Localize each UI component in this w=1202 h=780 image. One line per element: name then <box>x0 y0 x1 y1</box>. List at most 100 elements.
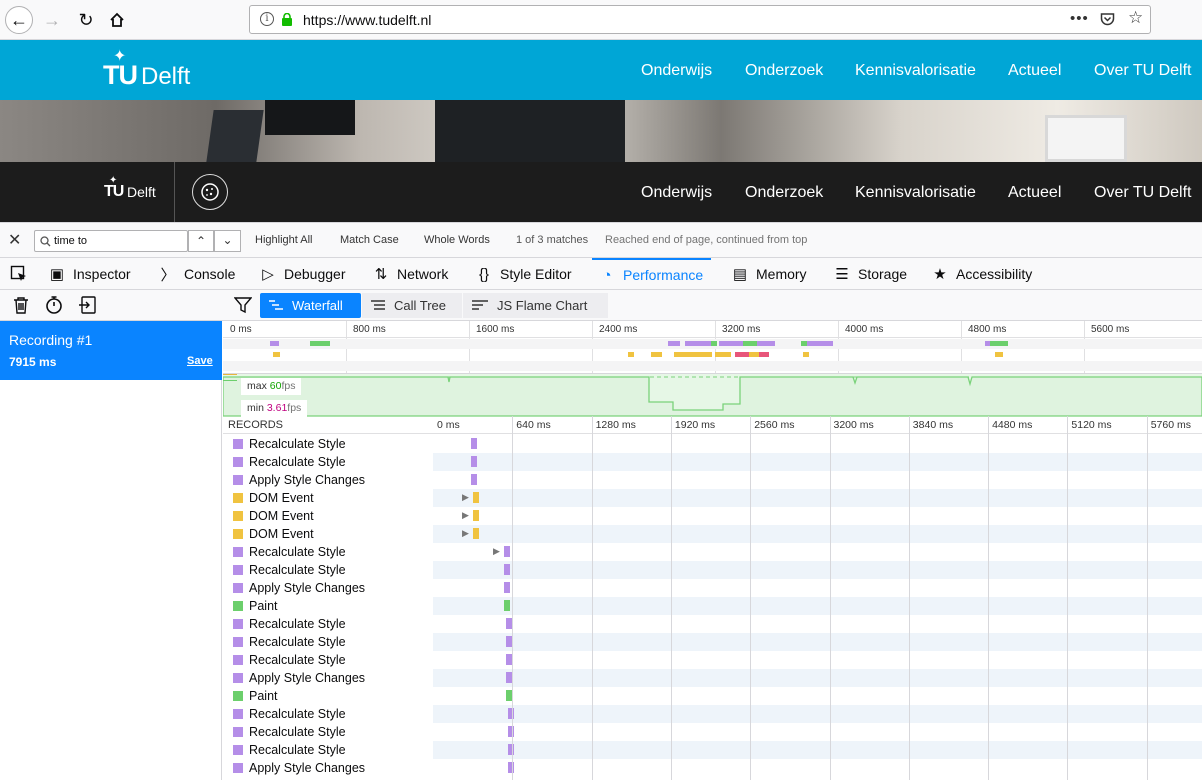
home-icon[interactable] <box>103 6 131 34</box>
url-text[interactable]: https://www.tudelft.nl <box>303 12 431 28</box>
expand-arrow-icon[interactable]: ▶ <box>462 492 469 503</box>
recording-item[interactable]: Recording #1 7915 ms Save <box>0 321 222 380</box>
nav-onderzoek[interactable]: Onderzoek <box>745 62 823 80</box>
info-icon[interactable]: i <box>260 12 274 26</box>
tab-memory[interactable]: ▤ Memory <box>731 258 807 290</box>
records-gridline <box>1146 416 1148 780</box>
record-marker <box>506 618 512 629</box>
tab-performance[interactable]: ◔ Performance <box>592 258 712 290</box>
tab-debugger[interactable]: ▷ Debugger <box>259 258 345 290</box>
view-waterfall-button[interactable]: Waterfall <box>260 293 361 318</box>
record-row[interactable]: DOM Event ▶ <box>223 525 1202 543</box>
stopwatch-icon[interactable] <box>44 295 64 315</box>
pocket-icon[interactable] <box>1100 12 1115 27</box>
filter-icon[interactable] <box>234 296 252 314</box>
record-color-swatch <box>233 709 243 719</box>
recordings-sidebar: Recording #1 7915 ms Save <box>0 321 222 780</box>
back-icon[interactable]: ← <box>5 6 33 34</box>
url-bar[interactable]: i https://www.tudelft.nl ••• ☆ <box>249 5 1151 34</box>
tab-style-editor[interactable]: {} Style Editor <box>475 258 572 290</box>
record-bar-track <box>433 435 1202 453</box>
expand-arrow-icon[interactable]: ▶ <box>462 510 469 521</box>
element-picker-icon[interactable] <box>10 258 28 290</box>
records-tick: 3200 ms <box>833 419 874 431</box>
more-icon[interactable]: ••• <box>1070 10 1089 27</box>
tab-accessibility[interactable]: ★ Accessibility <box>931 258 1032 290</box>
record-row[interactable]: Recalculate Style <box>223 723 1202 741</box>
records-header-label: RECORDS <box>228 419 284 431</box>
record-label: Recalculate Style <box>249 707 346 721</box>
tab-console[interactable]: 〉 Console <box>159 258 235 290</box>
record-row[interactable]: Recalculate Style <box>223 705 1202 723</box>
bookmark-star-icon[interactable]: ☆ <box>1128 8 1143 28</box>
sticky-nav-over-tu-delft[interactable]: Over TU Delft <box>1094 184 1192 202</box>
tab-network[interactable]: ⇅ Network <box>372 258 449 290</box>
record-row[interactable]: Apply Style Changes <box>223 579 1202 597</box>
close-icon[interactable]: ✕ <box>8 230 21 250</box>
tab-storage[interactable]: ☰ Storage <box>833 258 907 290</box>
find-input[interactable]: time to <box>34 230 188 252</box>
tab-inspector[interactable]: ▣ Inspector <box>48 258 131 290</box>
record-row[interactable]: Paint <box>223 597 1202 615</box>
logo-delft-text: Delft <box>141 63 191 90</box>
record-label: Apply Style Changes <box>249 581 366 595</box>
save-recording-link[interactable]: Save <box>187 355 213 367</box>
record-label: Recalculate Style <box>249 635 346 649</box>
expand-arrow-icon[interactable]: ▶ <box>462 528 469 539</box>
fps-min-label: min 3.61fps <box>241 400 308 417</box>
trash-icon[interactable] <box>12 296 30 315</box>
nav-actueel[interactable]: Actueel <box>1008 62 1061 80</box>
performance-icon: ◔ <box>602 266 612 284</box>
record-row[interactable]: DOM Event ▶ <box>223 489 1202 507</box>
import-icon[interactable] <box>78 295 98 315</box>
record-row[interactable]: Apply Style Changes <box>223 669 1202 687</box>
records-tick: 4480 ms <box>992 419 1033 431</box>
match-case-toggle[interactable]: Match Case <box>340 234 399 246</box>
record-row[interactable]: Apply Style Changes <box>223 759 1202 777</box>
record-row[interactable]: Recalculate Style <box>223 561 1202 579</box>
record-row[interactable]: Apply Style Changes <box>223 471 1202 489</box>
record-row[interactable]: Recalculate Style <box>223 453 1202 471</box>
highlight-all-toggle[interactable]: Highlight All <box>255 234 312 246</box>
find-next-button[interactable]: ⌄ <box>214 230 241 252</box>
reload-icon[interactable]: ↻ <box>72 6 100 34</box>
overview-tick: 1600 ms <box>476 324 515 335</box>
record-row[interactable]: Recalculate Style <box>223 633 1202 651</box>
sticky-nav-onderzoek[interactable]: Onderzoek <box>745 184 823 202</box>
nav-onderwijs[interactable]: Onderwijs <box>641 62 712 80</box>
record-color-swatch <box>233 511 243 521</box>
sticky-nav-actueel[interactable]: Actueel <box>1008 184 1061 202</box>
record-row[interactable]: Recalculate Style ▶ <box>223 543 1202 561</box>
recording-duration: 7915 ms <box>9 355 57 369</box>
records-gridline <box>988 416 990 780</box>
cookie-icon[interactable] <box>192 174 228 210</box>
record-row[interactable]: Recalculate Style <box>223 435 1202 453</box>
record-row[interactable]: Recalculate Style <box>223 615 1202 633</box>
record-color-swatch <box>233 493 243 503</box>
nav-over-tu-delft[interactable]: Over TU Delft <box>1094 62 1192 80</box>
sticky-nav-onderwijs[interactable]: Onderwijs <box>641 184 712 202</box>
view-call-tree-button[interactable]: Call Tree <box>362 293 462 318</box>
record-row[interactable]: Recalculate Style <box>223 741 1202 759</box>
view-js-flame-chart-label: JS Flame Chart <box>497 298 588 313</box>
forward-icon[interactable]: → <box>38 6 66 34</box>
whole-words-toggle[interactable]: Whole Words <box>424 234 490 246</box>
record-bar-track <box>433 651 1202 669</box>
find-previous-button[interactable]: ⌃ <box>188 230 214 252</box>
call-tree-icon <box>371 299 385 310</box>
record-label: DOM Event <box>249 509 314 523</box>
sticky-nav-kennisvalorisatie[interactable]: Kennisvalorisatie <box>855 184 976 202</box>
record-color-swatch <box>233 745 243 755</box>
record-marker <box>471 456 477 467</box>
record-color-swatch <box>233 727 243 737</box>
nav-kennisvalorisatie[interactable]: Kennisvalorisatie <box>855 62 976 80</box>
expand-arrow-icon[interactable]: ▶ <box>493 546 500 557</box>
record-row[interactable]: DOM Event ▶ <box>223 507 1202 525</box>
performance-overview[interactable]: 0 ms 800 ms 1600 ms 2400 ms 3200 ms 4000… <box>223 321 1202 417</box>
record-row[interactable]: Recalculate Style <box>223 651 1202 669</box>
records-tick: 3840 ms <box>912 419 954 431</box>
records-gridline <box>1067 416 1069 780</box>
overview-tick: 4000 ms <box>845 324 884 335</box>
record-row[interactable]: Paint <box>223 687 1202 705</box>
view-js-flame-chart-button[interactable]: JS Flame Chart <box>463 293 608 318</box>
